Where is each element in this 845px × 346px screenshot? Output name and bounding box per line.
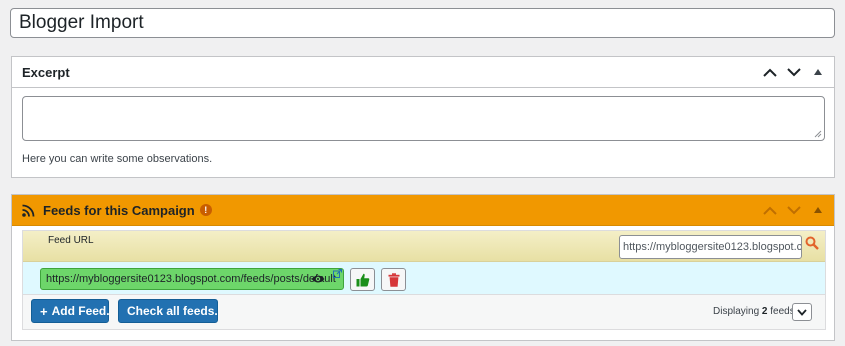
chevron-up-icon[interactable] — [758, 60, 782, 84]
feeds-box-actions — [758, 195, 830, 225]
trash-icon — [388, 272, 399, 287]
chevron-down-icon[interactable] — [782, 198, 806, 222]
check-all-feeds-label: Check all feeds. — [127, 304, 218, 318]
excerpt-help-text: Here you can write some observations. — [22, 153, 213, 165]
feeds-count-value: 2 — [761, 306, 768, 317]
feed-search-input[interactable]: https://mybloggersite0123.blogspot.c — [619, 235, 802, 259]
excerpt-box-title: Excerpt — [22, 64, 70, 80]
add-feed-label: Add Feed. — [51, 304, 110, 318]
check-feed-button[interactable] — [350, 268, 375, 291]
thumbs-up-icon — [356, 273, 369, 286]
search-icon[interactable] — [805, 236, 819, 250]
toggle-arrow-icon[interactable] — [806, 60, 830, 84]
chevron-down-icon — [797, 308, 807, 316]
resize-grip-icon[interactable] — [814, 130, 822, 138]
excerpt-box: Excerpt Here you can write some observat… — [11, 56, 835, 178]
feeds-box-header: Feeds for this Campaign ! — [12, 195, 834, 226]
info-icon[interactable]: ! — [199, 204, 212, 216]
feed-url-input[interactable]: https://mybloggersite0123.blogspot.com/f… — [40, 268, 344, 290]
feeds-count-text: Displaying 2 feeds — [713, 306, 795, 317]
feeds-box: Feeds for this Campaign ! Feed URL https… — [11, 194, 835, 341]
feeds-table-footer: + Add Feed. Check all feeds. Displaying … — [23, 295, 825, 329]
excerpt-box-header: Excerpt — [12, 57, 834, 88]
feeds-count-prefix: Displaying — [713, 306, 760, 317]
feeds-table: Feed URL https://mybloggersite0123.blogs… — [22, 230, 826, 330]
feed-url-column-label: Feed URL — [48, 235, 94, 246]
eye-icon[interactable] — [311, 273, 325, 285]
excerpt-box-actions — [758, 57, 830, 87]
post-title-input[interactable]: Blogger Import — [10, 8, 835, 38]
plus-icon: + — [40, 303, 48, 319]
toggle-arrow-icon[interactable] — [806, 198, 830, 222]
add-feed-button[interactable]: + Add Feed. — [31, 299, 110, 323]
delete-feed-button[interactable] — [381, 268, 406, 291]
excerpt-textarea[interactable] — [22, 96, 825, 141]
feeds-dropdown-button[interactable] — [792, 303, 812, 321]
feeds-box-title: Feeds for this Campaign — [43, 202, 195, 218]
chevron-down-icon[interactable] — [782, 60, 806, 84]
external-link-icon[interactable] — [333, 269, 342, 278]
feed-row: https://mybloggersite0123.blogspot.com/f… — [23, 262, 825, 295]
chevron-up-icon[interactable] — [758, 198, 782, 222]
rss-icon — [22, 204, 35, 217]
feeds-table-header: Feed URL https://mybloggersite0123.blogs… — [23, 231, 825, 262]
check-all-feeds-button[interactable]: Check all feeds. — [118, 299, 218, 323]
